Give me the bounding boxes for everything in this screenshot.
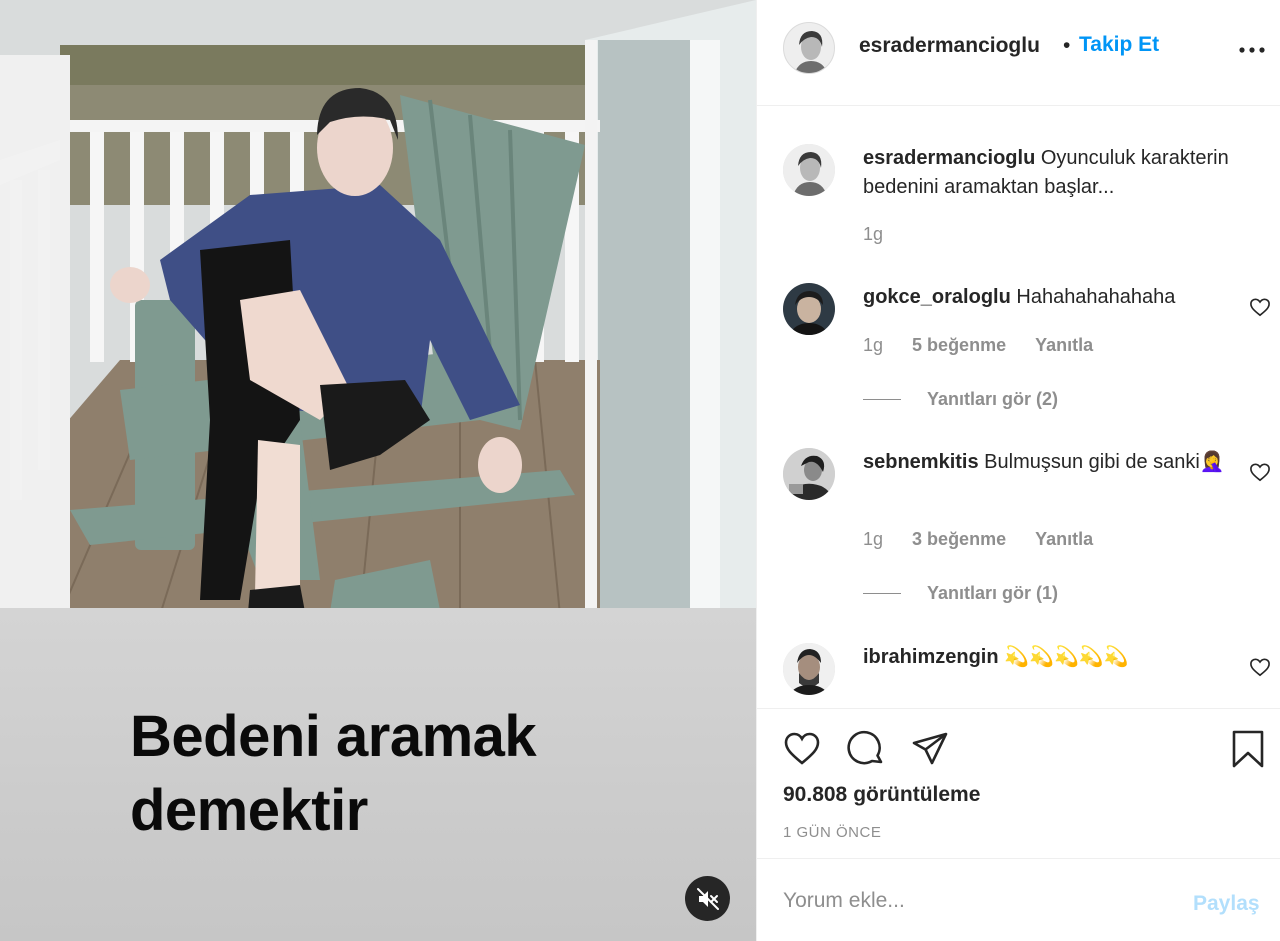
comment-username[interactable]: gokce_oraloglu <box>863 286 1011 308</box>
avatar-image <box>784 23 834 73</box>
post-media[interactable]: Bedeni aramak demektir <box>0 0 756 941</box>
speaker-muted-icon <box>696 887 719 910</box>
comment-body: 💫💫💫💫💫 <box>1004 646 1129 668</box>
avatar-image <box>783 283 835 335</box>
post-comment-button[interactable]: Paylaş <box>1193 892 1260 916</box>
view-replies-button[interactable]: Yanıtları gör (2) <box>863 389 1058 410</box>
avatar[interactable] <box>783 283 835 335</box>
like-comment-heart-icon[interactable] <box>1249 657 1271 677</box>
caption-line: demektir <box>130 778 368 843</box>
comment-text: ibrahimzengin 💫💫💫💫💫 <box>863 643 1243 672</box>
comment-meta: 1g 3 beğenme Yanıtla <box>863 529 1117 550</box>
comment-username[interactable]: sebnemkitis <box>863 451 979 473</box>
reply-button[interactable]: Yanıtla <box>1035 335 1093 355</box>
avatar[interactable] <box>783 448 835 500</box>
header-username[interactable]: esradermancioglu <box>859 34 1040 58</box>
heart-icon[interactable] <box>781 729 823 769</box>
avatar-image <box>783 448 835 500</box>
mute-toggle-button[interactable] <box>685 876 730 921</box>
post-actions: 90.808 görüntüleme 1 GÜN ÖNCE <box>757 708 1280 858</box>
avatar[interactable] <box>783 144 835 196</box>
comment-time[interactable]: 1g <box>863 335 883 355</box>
avatar-image <box>783 144 835 196</box>
comment-likes[interactable]: 3 beğenme <box>912 529 1006 549</box>
views-number: 90.808 <box>783 783 848 806</box>
comment-meta: 1g 5 beğenme Yanıtla <box>863 335 1117 356</box>
reply-button[interactable]: Yanıtla <box>1035 529 1093 549</box>
comment-text: gokce_oraloglu Hahahahahahaha <box>863 283 1243 312</box>
views-label: görüntüleme <box>853 783 981 806</box>
replies-divider <box>863 593 901 594</box>
replies-divider <box>863 399 901 400</box>
avatar-image <box>783 643 835 695</box>
avatar[interactable] <box>783 22 835 74</box>
post-date[interactable]: 1 GÜN ÖNCE <box>783 824 881 841</box>
follow-button[interactable]: Takip Et <box>1079 33 1159 57</box>
caption-line: Bedeni aramak <box>130 704 537 769</box>
view-replies-button[interactable]: Yanıtları gör (1) <box>863 583 1058 604</box>
video-caption-overlay: Bedeni aramak demektir <box>130 700 537 848</box>
comment-likes[interactable]: 5 beğenme <box>912 335 1006 355</box>
bookmark-icon[interactable] <box>1227 729 1269 769</box>
comment-time[interactable]: 1g <box>863 224 883 244</box>
add-comment-bar: Paylaş <box>757 858 1280 941</box>
view-replies-label: Yanıtları gör (1) <box>927 583 1059 603</box>
views-count[interactable]: 90.808 görüntüleme <box>783 783 986 807</box>
post-header: esradermancioglu • Takip Et <box>757 0 1280 106</box>
comment-icon[interactable] <box>845 729 887 769</box>
comment-text: sebnemkitis Bulmuşsun gibi de sanki🤦‍♀️ <box>863 448 1243 477</box>
share-icon[interactable] <box>909 729 951 769</box>
comment-body: Hahahahahahaha <box>1016 286 1176 308</box>
comment-input[interactable] <box>783 881 1163 921</box>
comment-time[interactable]: 1g <box>863 529 883 549</box>
post-side-panel: esradermancioglu • Takip Et esradermanci… <box>756 0 1280 941</box>
video-frame[interactable] <box>0 0 756 615</box>
like-comment-heart-icon[interactable] <box>1249 462 1271 482</box>
view-replies-label: Yanıtları gör (2) <box>927 389 1059 409</box>
like-comment-heart-icon[interactable] <box>1249 297 1271 317</box>
header-separator: • <box>1063 34 1071 57</box>
comment-username[interactable]: esradermancioglu <box>863 147 1035 169</box>
comment-meta: 1g <box>863 224 907 245</box>
more-options-icon[interactable] <box>1237 38 1267 62</box>
comment-username[interactable]: ibrahimzengin <box>863 646 999 668</box>
comments-list[interactable]: esradermancioglu Oyunculuk karakterin be… <box>757 107 1280 708</box>
comment-text: esradermancioglu Oyunculuk karakterin be… <box>863 144 1243 202</box>
comment-body: Bulmuşsun gibi de sanki🤦‍♀️ <box>984 451 1225 473</box>
avatar[interactable] <box>783 643 835 695</box>
